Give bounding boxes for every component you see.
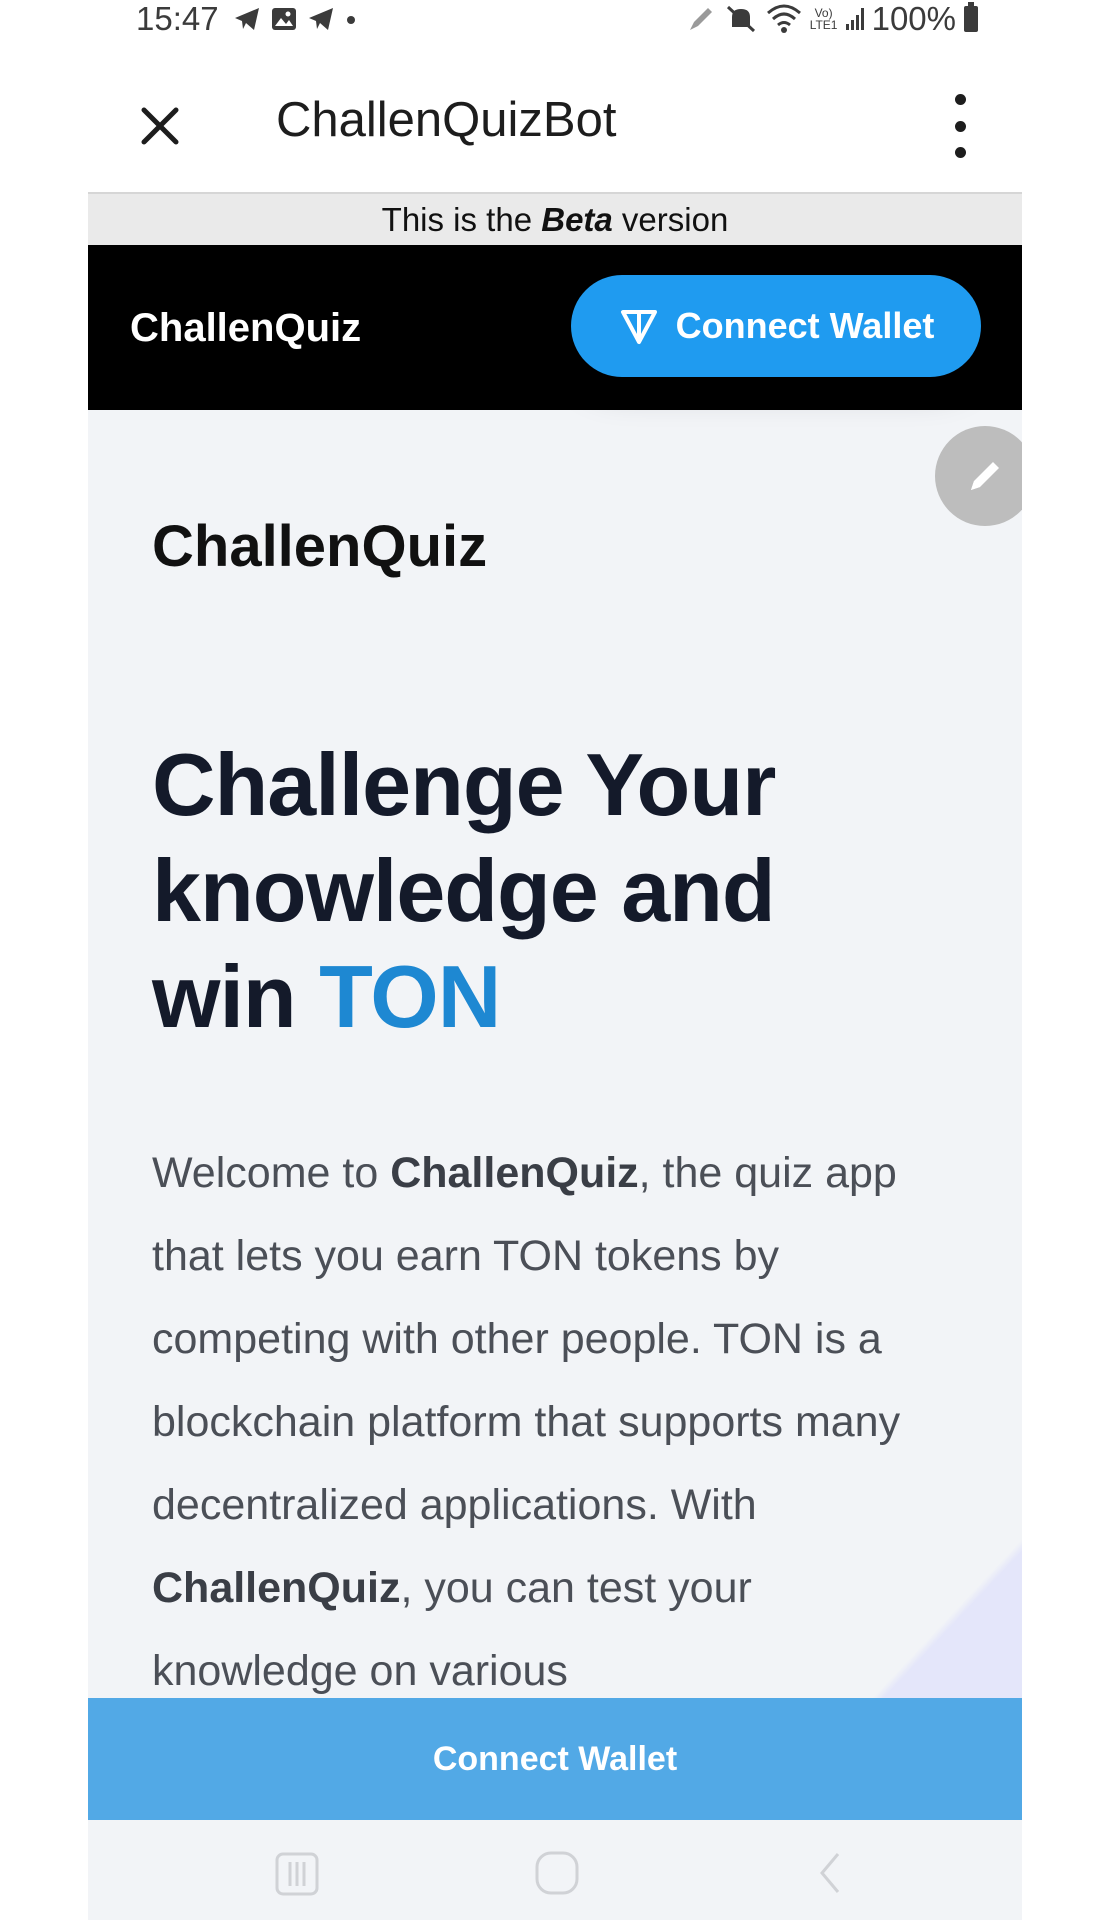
menu-dot (954, 147, 966, 158)
home-icon[interactable] (532, 1848, 582, 1898)
intro-part-1: Welcome to (152, 1149, 391, 1197)
screen: 15:47 Vo) LTE1 100% ChallenQuizBot This … (0, 0, 1110, 1920)
menu-dot (954, 94, 966, 105)
brand-heading: ChallenQuiz (152, 514, 488, 579)
image-icon (272, 8, 296, 30)
menu-dot (954, 120, 966, 132)
telegram-icon (309, 8, 333, 30)
status-bar: 15:47 Vo) LTE1 100% (0, 0, 1110, 40)
hero-line-1: Challenge Your (152, 735, 776, 834)
status-time: 15:47 (136, 0, 219, 37)
wifi-icon (766, 4, 801, 33)
pencil-icon (971, 462, 999, 490)
app-navbar: ChallenQuiz Connect Wallet (88, 245, 1022, 410)
more-options-button[interactable] (940, 94, 980, 158)
connect-wallet-button[interactable]: Connect Wallet (571, 275, 981, 377)
edit-button[interactable] (935, 426, 1022, 526)
beta-suffix: version (612, 201, 729, 238)
ton-icon (620, 310, 657, 344)
hero-accent-ton: TON (319, 947, 501, 1046)
hero-title: Challenge Your knowledge and win TON (152, 732, 952, 1050)
recents-icon[interactable] (272, 1848, 322, 1898)
signal-icon (845, 8, 864, 30)
intro-brand-1: ChallenQuiz (390, 1149, 639, 1197)
system-nav-bar (88, 1820, 1022, 1920)
hero-line-3: win TON (152, 944, 952, 1050)
intro-paragraph: Welcome to ChallenQuiz, the quiz app tha… (152, 1132, 952, 1713)
back-icon[interactable] (806, 1848, 856, 1898)
connect-wallet-label: Connect Wallet (675, 305, 935, 346)
bot-header: ChallenQuizBot (0, 40, 1110, 192)
hero-line-2: knowledge and (152, 841, 776, 940)
battery-icon (964, 2, 978, 32)
notification-icons (232, 4, 358, 34)
telegram-icon (235, 8, 259, 30)
beta-emphasis: Beta (541, 201, 613, 238)
bot-title: ChallenQuizBot (276, 93, 617, 147)
hero-line-3-prefix: win (152, 947, 320, 1046)
beta-prefix: This is the (381, 201, 542, 238)
close-button[interactable] (130, 96, 190, 156)
close-icon (141, 107, 179, 145)
battery-percent: 100% (871, 0, 956, 37)
app-brand[interactable]: ChallenQuiz (130, 301, 361, 355)
dot-icon (347, 16, 355, 24)
webapp-view: This is the Beta version ChallenQuiz Con… (88, 192, 1022, 1820)
intro-brand-2: ChallenQuiz (152, 1564, 401, 1612)
network-label: Vo) LTE1 (809, 6, 838, 32)
beta-banner: This is the Beta version (88, 192, 1022, 247)
edit-status-icon (689, 8, 712, 30)
mute-icon (726, 5, 755, 33)
status-right: Vo) LTE1 100% (686, 0, 978, 38)
connect-wallet-main-button[interactable]: Connect Wallet (88, 1698, 1022, 1820)
intro-part-2: , the quiz app that lets you earn TON to… (152, 1149, 901, 1529)
